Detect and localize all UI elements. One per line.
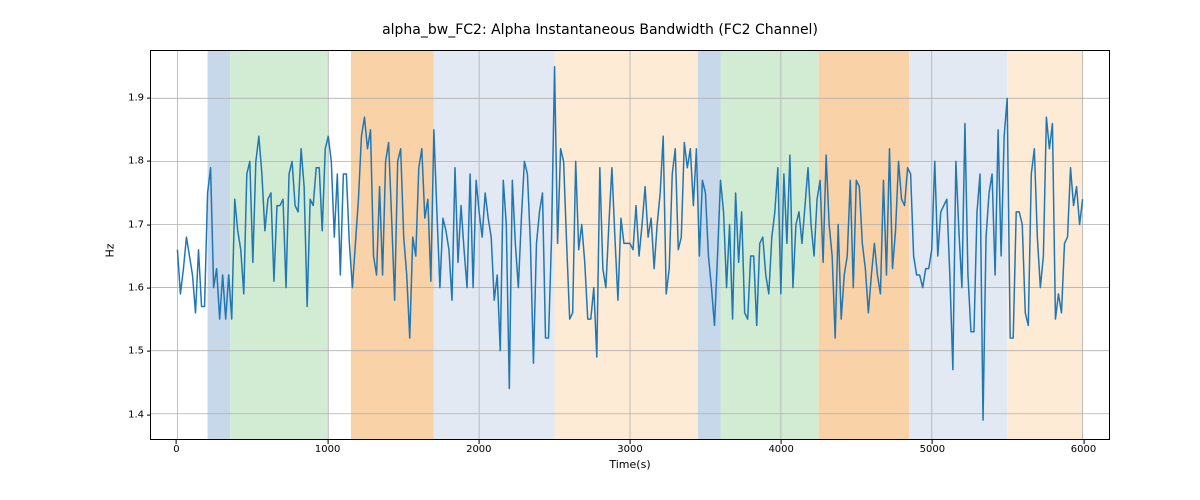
ytick-label: 1.6 xyxy=(0,282,144,293)
xtick-mark xyxy=(327,440,328,444)
ytick-label: 1.5 xyxy=(0,346,144,357)
x-axis-label: Time(s) xyxy=(150,458,1110,471)
ytick-label: 1.4 xyxy=(0,409,144,420)
xtick-label: 6000 xyxy=(1071,444,1096,455)
xtick-mark xyxy=(1083,440,1084,444)
ytick-label: 1.9 xyxy=(0,92,144,103)
xtick-mark xyxy=(176,440,177,444)
ytick-label: 1.7 xyxy=(0,219,144,230)
xtick-label: 3000 xyxy=(617,444,642,455)
chart-title: alpha_bw_FC2: Alpha Instantaneous Bandwi… xyxy=(0,22,1200,38)
xtick-mark xyxy=(478,440,479,444)
xtick-mark xyxy=(932,440,933,444)
chart-figure: alpha_bw_FC2: Alpha Instantaneous Bandwi… xyxy=(0,0,1200,500)
xtick-label: 5000 xyxy=(920,444,945,455)
xtick-mark xyxy=(781,440,782,444)
xtick-label: 2000 xyxy=(466,444,491,455)
xtick-label: 1000 xyxy=(315,444,340,455)
xtick-label: 0 xyxy=(173,444,179,455)
plot-svg xyxy=(151,51,1109,439)
xtick-mark xyxy=(630,440,631,444)
ytick-label: 1.8 xyxy=(0,156,144,167)
y-axis-label: Hz xyxy=(103,0,117,500)
plot-axes xyxy=(150,50,1110,440)
xtick-label: 4000 xyxy=(768,444,793,455)
